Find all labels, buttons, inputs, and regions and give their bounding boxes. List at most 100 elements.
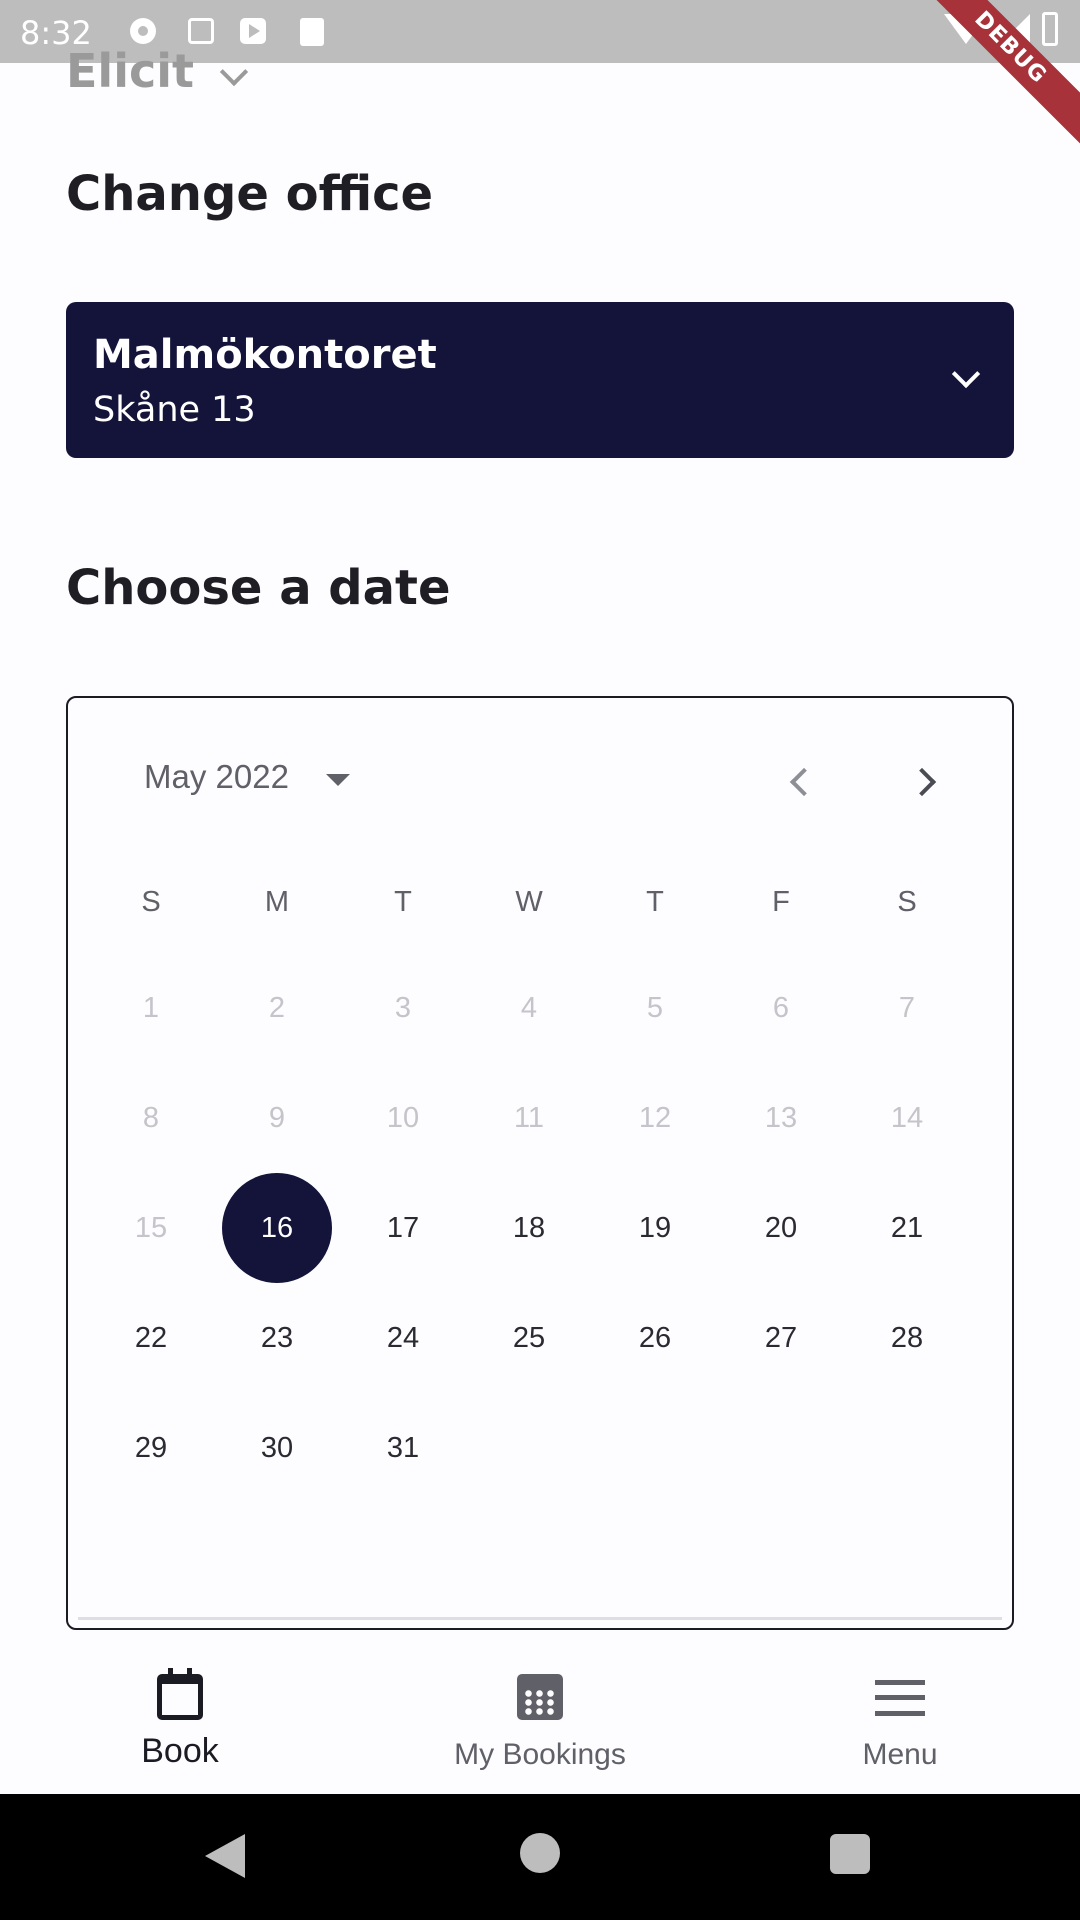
day-cell[interactable]: 30 (222, 1423, 332, 1473)
date-picker: May 2022 SMTWTFS 1 2 3 4 5 6 7 8 9 10 11 12 13 14 15 16… (66, 696, 1014, 1630)
office-name: Malmökontoret (93, 332, 437, 378)
weekday-label: T (394, 886, 412, 918)
app-notification-icon (188, 18, 214, 44)
day-cell[interactable]: 28 (852, 1313, 962, 1363)
day-number: 18 (512, 1212, 546, 1244)
weekday-label: M (264, 886, 290, 918)
settings-notification-icon (130, 18, 156, 44)
weekday-label: T (646, 886, 664, 918)
weekday-label: F (772, 886, 790, 918)
sd-card-icon (300, 18, 324, 46)
day-cell: 1 (96, 983, 206, 1033)
day-cell[interactable]: 18 (474, 1203, 584, 1253)
chevron-down-icon (951, 359, 981, 389)
day-number: 27 (764, 1322, 798, 1354)
weekday-label: S (141, 886, 161, 918)
day-number: 16 (260, 1212, 294, 1244)
nav-book-label: Book (141, 1732, 219, 1770)
day-cell: 9 (222, 1093, 332, 1143)
day-number: 10 (386, 1102, 420, 1134)
day-number: 6 (772, 992, 790, 1024)
day-cell: 13 (726, 1093, 836, 1143)
caret-down-icon[interactable] (326, 774, 350, 786)
bottom-navigation: Book My Bookings Menu (0, 1632, 1080, 1794)
menu-icon (875, 1680, 925, 1716)
day-cell[interactable]: 29 (96, 1423, 206, 1473)
day-cell[interactable]: 26 (600, 1313, 710, 1363)
calendar-divider (78, 1617, 1002, 1620)
day-cell: 2 (222, 983, 332, 1033)
day-cell: 8 (96, 1093, 206, 1143)
day-number: 7 (898, 992, 916, 1024)
back-icon[interactable] (205, 1834, 245, 1878)
day-cell[interactable]: 19 (600, 1203, 710, 1253)
day-number: 26 (638, 1322, 672, 1354)
day-number: 1 (142, 992, 160, 1024)
day-cell: 11 (474, 1093, 584, 1143)
play-notification-icon (240, 18, 266, 44)
day-cell: 14 (852, 1093, 962, 1143)
previous-month-button[interactable] (778, 758, 826, 806)
day-cell: 15 (96, 1203, 206, 1253)
day-cell[interactable]: 23 (222, 1313, 332, 1363)
day-cell[interactable]: 25 (474, 1313, 584, 1363)
change-office-title: Change office (66, 166, 434, 222)
day-cell: 7 (852, 983, 962, 1033)
day-number: 13 (764, 1102, 798, 1134)
weekday-label: S (897, 886, 917, 918)
day-number: 30 (260, 1432, 294, 1464)
office-selector[interactable]: Malmökontoret Skåne 13 (66, 302, 1014, 458)
day-number: 29 (134, 1432, 168, 1464)
day-number: 19 (638, 1212, 672, 1244)
office-address: Skåne 13 (93, 390, 256, 430)
day-cell[interactable]: 17 (348, 1203, 458, 1253)
day-cell: 5 (600, 983, 710, 1033)
day-number: 5 (646, 992, 664, 1024)
day-number: 25 (512, 1322, 546, 1354)
day-cell[interactable]: 22 (96, 1313, 206, 1363)
nav-my-bookings-label: My Bookings (454, 1738, 626, 1771)
day-number: 21 (890, 1212, 924, 1244)
home-icon[interactable] (520, 1833, 560, 1873)
selected-day-cell[interactable]: 16 (222, 1173, 332, 1283)
day-number: 11 (513, 1102, 545, 1134)
day-number: 3 (394, 992, 412, 1024)
day-number: 15 (134, 1212, 168, 1244)
day-number: 4 (520, 992, 538, 1024)
nav-menu[interactable]: Menu (720, 1632, 1080, 1794)
day-number: 28 (890, 1322, 924, 1354)
day-number: 17 (386, 1212, 420, 1244)
system-navigation-bar (0, 1794, 1080, 1920)
day-cell: 6 (726, 983, 836, 1033)
day-number: 14 (890, 1102, 924, 1134)
day-number: 23 (260, 1322, 294, 1354)
brand-selector[interactable]: Elicit (66, 44, 194, 98)
day-cell[interactable]: 24 (348, 1313, 458, 1363)
day-cell: 12 (600, 1093, 710, 1143)
recent-apps-icon[interactable] (830, 1834, 870, 1874)
day-cell[interactable]: 20 (726, 1203, 836, 1253)
nav-menu-label: Menu (862, 1738, 938, 1771)
day-cell[interactable]: 27 (726, 1313, 836, 1363)
day-number: 22 (134, 1322, 168, 1354)
day-cell[interactable]: 21 (852, 1203, 962, 1253)
day-number: 9 (268, 1102, 286, 1134)
day-number: 12 (638, 1102, 672, 1134)
day-number: 24 (386, 1322, 420, 1354)
day-number: 2 (268, 992, 286, 1024)
day-cell: 4 (474, 983, 584, 1033)
calendar-icon (157, 1668, 203, 1720)
month-label[interactable]: May 2022 (144, 758, 289, 796)
day-number: 31 (386, 1432, 420, 1464)
choose-date-title: Choose a date (66, 560, 451, 616)
day-cell: 10 (348, 1093, 458, 1143)
battery-icon (1042, 12, 1058, 46)
day-cell[interactable]: 31 (348, 1423, 458, 1473)
nav-book[interactable]: Book (0, 1632, 360, 1794)
weekday-label: W (515, 886, 543, 918)
next-month-button[interactable] (904, 758, 952, 806)
day-number: 20 (764, 1212, 798, 1244)
day-number: 8 (142, 1102, 160, 1134)
day-cell: 3 (348, 983, 458, 1033)
nav-my-bookings[interactable]: My Bookings (360, 1632, 720, 1794)
